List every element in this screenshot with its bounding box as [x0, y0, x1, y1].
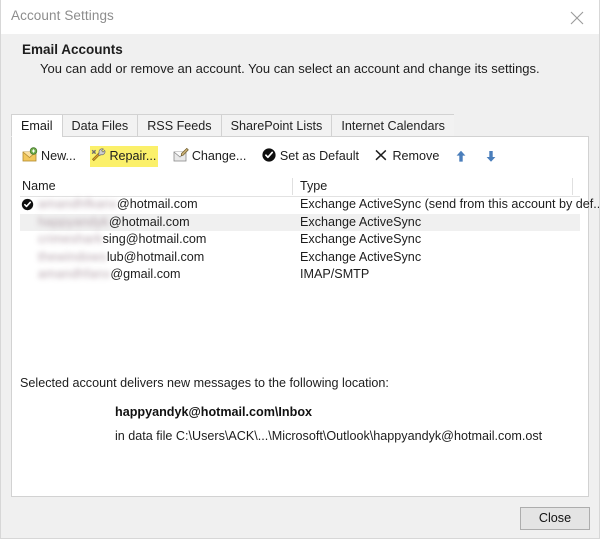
account-domain: sing@hotmail.com: [102, 232, 207, 246]
redacted-name: happyandyk: [38, 214, 109, 229]
account-type: IMAP/SMTP: [300, 267, 370, 281]
email-tab-panel: New... Repair... Change... Set as Defaul…: [11, 136, 600, 497]
tab-rss-feeds[interactable]: RSS Feeds: [137, 114, 221, 137]
column-header-name[interactable]: Name: [22, 179, 56, 193]
delivery-location-value: happyandyk@hotmail.com\Inbox: [115, 405, 313, 419]
account-name: amandhfkanx@hotmail.com: [38, 196, 198, 214]
new-button-label: New...: [41, 149, 76, 163]
column-separator[interactable]: [292, 178, 293, 195]
account-type: Exchange ActiveSync (send from this acco…: [300, 197, 600, 211]
tab-sharepoint-lists[interactable]: SharePoint Lists: [220, 114, 332, 137]
account-settings-dialog: Account Settings Email Accounts You can …: [0, 0, 600, 539]
window-frame-left: [0, 0, 1, 539]
tab-email[interactable]: Email: [11, 114, 62, 137]
change-button[interactable]: Change...: [173, 146, 247, 167]
column-header-type[interactable]: Type: [300, 179, 327, 193]
table-row[interactable]: crimesharksing@hotmail.com Exchange Acti…: [20, 231, 580, 249]
repair-tools-icon: [90, 147, 106, 163]
page-title: Email Accounts: [22, 42, 123, 57]
default-account-icon: [21, 198, 34, 211]
repair-button[interactable]: Repair...: [90, 146, 159, 167]
new-button[interactable]: New...: [22, 146, 76, 167]
account-list-header: Name Type: [20, 177, 580, 197]
check-circle-icon: [261, 147, 277, 163]
table-row[interactable]: thewindowslub@hotmail.com Exchange Activ…: [20, 249, 580, 267]
change-account-icon: [173, 147, 189, 163]
redacted-name: crimeshark: [38, 232, 103, 246]
close-button[interactable]: Close: [520, 507, 590, 530]
account-domain: @hotmail.com: [108, 214, 190, 229]
account-name: thewindowslub@hotmail.com: [38, 249, 204, 267]
account-domain: @gmail.com: [110, 267, 181, 281]
move-down-button[interactable]: [484, 146, 500, 167]
account-name: crimesharksing@hotmail.com: [38, 231, 206, 249]
new-account-icon: [22, 147, 38, 163]
account-type: Exchange ActiveSync: [300, 249, 422, 264]
account-domain: lub@hotmail.com: [106, 249, 205, 264]
redacted-name: amandhfanx: [38, 267, 111, 281]
tab-data-files[interactable]: Data Files: [61, 114, 138, 137]
change-button-label: Change...: [191, 149, 247, 163]
column-separator[interactable]: [572, 178, 573, 195]
set-as-default-button[interactable]: Set as Default: [261, 146, 359, 167]
dialog-footer: Close: [0, 497, 600, 539]
redacted-name: amandhfkanx: [38, 197, 117, 211]
account-type: Exchange ActiveSync: [300, 214, 422, 229]
remove-button[interactable]: Remove: [373, 146, 439, 167]
account-domain: @hotmail.com: [116, 197, 198, 211]
repair-button-label: Repair...: [109, 149, 157, 163]
tab-strip: Email Data Files RSS Feeds SharePoint Li…: [11, 114, 589, 160]
account-name: amandhfanx@gmail.com: [38, 266, 181, 284]
x-icon: [373, 147, 389, 163]
account-toolbar: New... Repair... Change... Set as Defaul…: [22, 146, 510, 168]
set-as-default-label: Set as Default: [279, 149, 359, 163]
title-bar: Account Settings: [0, 0, 600, 34]
window-title: Account Settings: [11, 8, 114, 23]
redacted-name: thewindows: [38, 249, 107, 264]
table-row[interactable]: happyandyk@hotmail.com Exchange ActiveSy…: [20, 213, 580, 232]
delivery-location-label: Selected account delivers new messages t…: [20, 376, 389, 390]
account-list: amandhfkanx@hotmail.com Exchange ActiveS…: [20, 196, 600, 306]
account-type: Exchange ActiveSync: [300, 232, 422, 246]
tab-internet-calendars[interactable]: Internet Calendars: [331, 114, 454, 137]
move-up-button[interactable]: [454, 146, 470, 167]
close-x-icon[interactable]: [554, 0, 600, 32]
table-row[interactable]: amandhfkanx@hotmail.com Exchange ActiveS…: [20, 196, 600, 214]
data-file-path: in data file C:\Users\ACK\...\Microsoft\…: [115, 429, 543, 443]
table-row[interactable]: amandhfanx@gmail.com IMAP/SMTP: [20, 266, 580, 284]
remove-button-label: Remove: [392, 149, 440, 163]
account-name: happyandyk@hotmail.com: [38, 214, 190, 232]
page-description: You can add or remove an account. You ca…: [40, 61, 540, 76]
